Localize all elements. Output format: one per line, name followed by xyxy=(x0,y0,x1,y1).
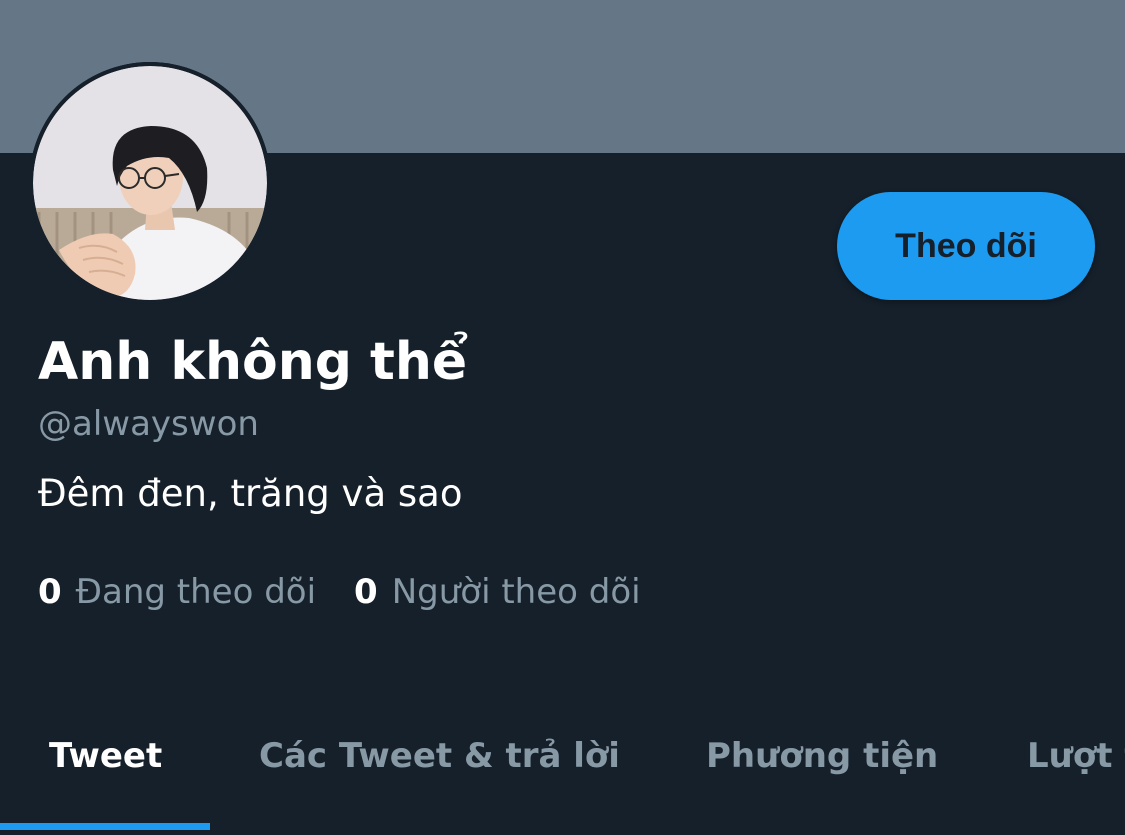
profile-avatar[interactable] xyxy=(29,62,271,304)
profile-tabs: Tweet Các Tweet & trả lời Phương tiện Lư… xyxy=(0,700,1125,835)
active-tab-indicator xyxy=(0,823,210,830)
profile-stats: 0 Đang theo dõi 0 Người theo dõi xyxy=(38,572,641,612)
tab-likes[interactable]: Lượt thích xyxy=(1027,736,1125,776)
followers-link[interactable]: 0 Người theo dõi xyxy=(354,572,641,612)
profile-display-name: Anh không thể xyxy=(38,332,468,392)
following-link[interactable]: 0 Đang theo dõi xyxy=(38,572,316,612)
following-label: Đang theo dõi xyxy=(75,572,317,612)
profile-page: Theo dõi Anh không thể @alwayswon Đêm đe… xyxy=(0,0,1125,835)
followers-count: 0 xyxy=(354,572,378,612)
avatar-photo-icon xyxy=(29,62,271,304)
tab-tweets[interactable]: Tweet xyxy=(49,736,162,776)
tab-tweets-and-replies[interactable]: Các Tweet & trả lời xyxy=(259,736,620,776)
profile-handle: @alwayswon xyxy=(38,404,259,444)
follow-button[interactable]: Theo dõi xyxy=(837,192,1095,300)
following-count: 0 xyxy=(38,572,62,612)
profile-bio: Đêm đen, trăng và sao xyxy=(38,472,463,515)
tab-media[interactable]: Phương tiện xyxy=(706,736,938,776)
followers-label: Người theo dõi xyxy=(391,572,641,612)
